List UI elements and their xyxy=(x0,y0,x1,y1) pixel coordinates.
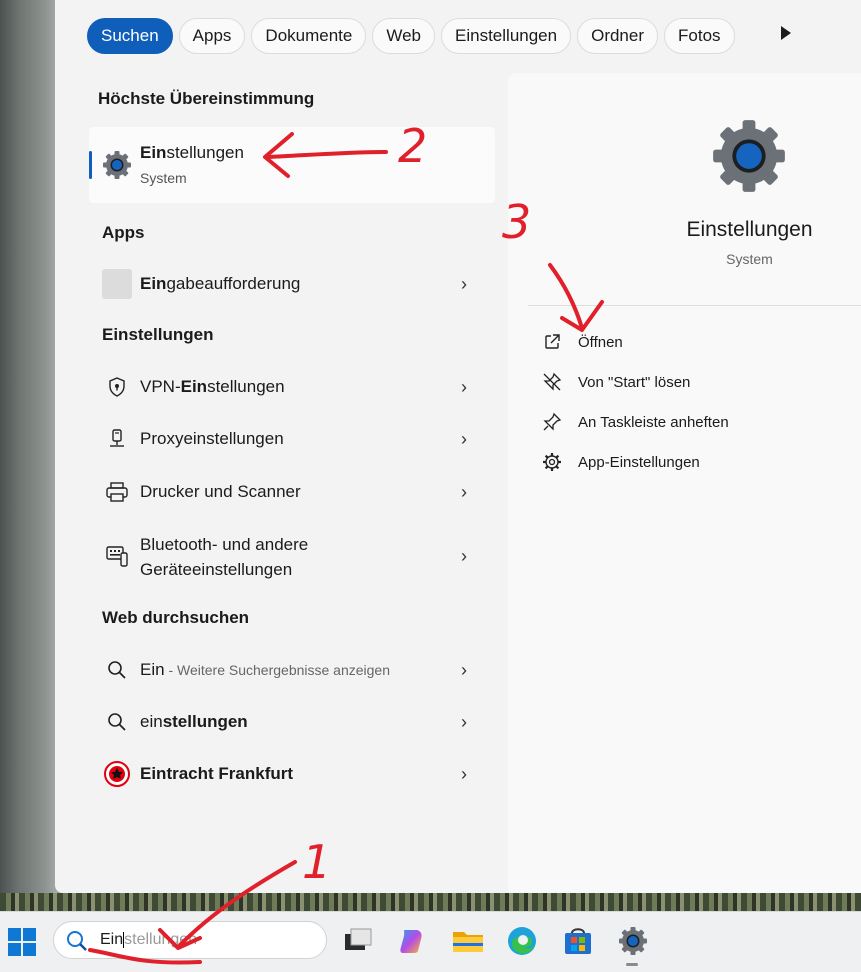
web-item-einstellungen[interactable]: einstellungen › xyxy=(89,705,495,739)
gear-icon xyxy=(101,149,133,181)
chevron-right-icon[interactable]: › xyxy=(461,377,467,398)
settings-item-label: Bluetooth- und andere Geräteeinstellunge… xyxy=(140,535,309,579)
settings-item-label: VPN-Einstellungen xyxy=(140,377,285,396)
tab-einstellungen[interactable]: Einstellungen xyxy=(441,18,572,54)
command-prompt-icon xyxy=(102,269,132,299)
chevron-right-icon[interactable]: › xyxy=(461,482,467,503)
app-item-label: Eingabeaufforderung xyxy=(140,274,301,293)
printer-icon xyxy=(103,478,131,506)
action-open[interactable]: Öffnen xyxy=(541,331,623,353)
windows-start-icon[interactable] xyxy=(7,927,37,957)
devices-icon xyxy=(103,542,131,570)
detail-divider xyxy=(528,305,861,306)
tab-fotos[interactable]: Fotos xyxy=(664,18,735,54)
app-item-eingabeaufforderung[interactable]: Eingabeaufforderung › xyxy=(89,266,495,302)
web-item-label: einstellungen xyxy=(140,712,248,731)
running-app-indicator xyxy=(626,963,638,966)
best-match-subtitle: System xyxy=(140,170,187,186)
file-explorer-icon[interactable] xyxy=(451,925,483,957)
shield-icon xyxy=(103,373,131,401)
open-external-icon xyxy=(541,331,563,353)
chevron-right-icon[interactable]: › xyxy=(461,546,467,567)
more-filters-play-icon[interactable] xyxy=(781,26,791,40)
tab-web[interactable]: Web xyxy=(372,18,436,54)
filter-tabs: Suchen Apps Dokumente Web Einstellungen … xyxy=(87,18,735,54)
search-icon xyxy=(103,656,131,684)
detail-subtitle: System xyxy=(726,251,773,267)
unpin-icon xyxy=(541,371,563,393)
chevron-right-icon[interactable]: › xyxy=(461,764,467,785)
settings-heading: Einstellungen xyxy=(102,325,214,344)
pin-icon xyxy=(541,411,563,433)
microsoft-store-icon[interactable] xyxy=(562,925,594,957)
apps-heading: Apps xyxy=(102,223,145,242)
proxy-icon xyxy=(103,425,131,453)
best-match-heading: Höchste Übereinstimmung xyxy=(98,89,315,108)
search-query-text: Einstellungen xyxy=(100,931,198,948)
chevron-right-icon[interactable]: › xyxy=(461,712,467,733)
best-match-title: Einstellungen xyxy=(140,143,244,162)
tab-ordner[interactable]: Ordner xyxy=(577,18,659,54)
action-label: Von "Start" lösen xyxy=(578,373,691,391)
gear-icon xyxy=(708,115,790,197)
action-label: An Taskleiste anheften xyxy=(578,413,729,431)
action-pin-taskbar[interactable]: An Taskleiste anheften xyxy=(541,411,729,433)
settings-item-proxy[interactable]: Proxyeinstellungen › xyxy=(89,422,495,456)
eintracht-logo-icon xyxy=(103,760,131,788)
action-label: Öffnen xyxy=(578,333,623,351)
copilot-icon[interactable] xyxy=(396,925,428,957)
taskbar-search-input[interactable]: Einstellungen xyxy=(53,921,327,959)
settings-item-bluetooth[interactable]: Bluetooth- und andere Geräteeinstellunge… xyxy=(89,532,495,580)
action-unpin-start[interactable]: Von "Start" lösen xyxy=(541,371,690,393)
settings-app-gear-icon[interactable] xyxy=(617,925,649,957)
web-item-eintracht[interactable]: Eintracht Frankfurt › xyxy=(89,757,495,791)
tab-suchen[interactable]: Suchen xyxy=(87,18,173,54)
detail-title: Einstellungen xyxy=(686,218,813,241)
selection-indicator xyxy=(89,151,92,179)
settings-item-printers[interactable]: Drucker und Scanner › xyxy=(89,475,495,509)
action-label: App-Einstellungen xyxy=(578,453,700,471)
settings-item-vpn[interactable]: VPN-Einstellungen › xyxy=(89,370,495,404)
settings-item-label: Drucker und Scanner xyxy=(140,482,301,501)
web-item-ein[interactable]: Ein - Weitere Suchergebnisse anzeigen › xyxy=(89,653,495,687)
chevron-right-icon[interactable]: › xyxy=(461,429,467,450)
settings-item-label: Proxyeinstellungen xyxy=(140,429,284,448)
desktop-wallpaper-strip xyxy=(0,893,861,911)
search-icon xyxy=(66,930,88,957)
gear-icon xyxy=(541,451,563,473)
chevron-right-icon[interactable]: › xyxy=(461,660,467,681)
tab-dokumente[interactable]: Dokumente xyxy=(251,18,367,54)
chevron-right-icon[interactable]: › xyxy=(461,274,467,295)
best-match-item[interactable]: Einstellungen System xyxy=(89,127,495,203)
action-app-settings[interactable]: App-Einstellungen xyxy=(541,451,700,473)
web-item-label: Eintracht Frankfurt xyxy=(140,764,294,783)
detail-pane xyxy=(508,73,861,893)
tab-apps[interactable]: Apps xyxy=(178,18,246,54)
search-icon xyxy=(103,708,131,736)
web-item-label: Ein - Weitere Suchergebnisse anzeigen xyxy=(140,660,391,679)
edge-browser-icon[interactable] xyxy=(506,925,538,957)
task-view-icon[interactable] xyxy=(342,925,374,957)
web-heading: Web durchsuchen xyxy=(102,608,250,627)
